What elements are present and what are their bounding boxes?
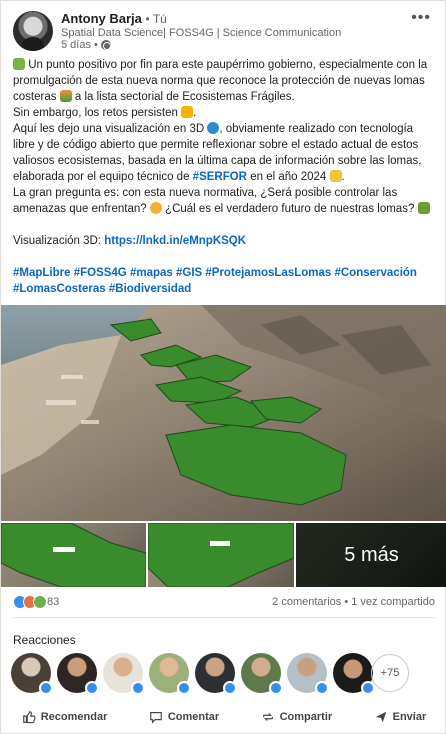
like-badge-icon [177,681,191,695]
post-card: Antony Barja • Tú Spatial Data Science| … [0,0,446,734]
post-paragraph-2: Sin embargo, los retos persisten . [13,106,197,119]
landscape-emoji-icon [59,90,72,102]
author-name-row: Antony Barja • Tú [61,11,167,26]
celebrate-reaction-icon [33,595,47,609]
like-button[interactable]: Recomendar [22,710,107,724]
post-header: Antony Barja • Tú Spatial Data Science| … [13,9,433,53]
like-badge-icon [39,681,53,695]
comment-button[interactable]: Comentar [149,710,219,724]
more-options-icon[interactable]: ••• [411,9,431,27]
more-reactors-button[interactable]: +75 [371,654,409,692]
post-paragraph-3: Aquí les dejo una visualización en 3D , … [13,122,422,183]
post-stats: 83 2 comentarios • 1 vez compartido [13,593,435,613]
share-button[interactable]: Compartir [261,710,332,724]
post-actions: Recomendar Comentar Compartir Enviar [1,701,446,733]
like-badge-icon [361,681,375,695]
like-badge-icon [131,681,145,695]
viz-link[interactable]: https://lnkd.in/eMnpKSQK [104,235,246,247]
reactions-title: Reacciones [13,633,76,647]
like-badge-icon [85,681,99,695]
thumbs-up-icon [22,711,36,724]
more-images-label[interactable]: 5 más [296,523,446,587]
warning-emoji-icon [181,106,194,118]
thumbnail-1[interactable] [1,523,146,587]
thumbnail-2[interactable] [148,523,294,587]
author-tagline: Spatial Data Science| FOSS4G | Science C… [61,27,342,39]
folder-emoji-icon [329,170,342,182]
post-viz-line: Visualización 3D: https://lnkd.in/eMnpKS… [13,235,247,247]
leaf-emoji-icon [13,58,25,70]
author-name[interactable]: Antony Barja [61,11,142,26]
map-3d-illustration [1,305,446,521]
send-icon [375,711,386,723]
thumbnail-3-more[interactable]: 5 más [296,523,446,587]
earth-emoji-icon [207,122,220,134]
post-hashtags[interactable]: #MapLibre #FOSS4G #mapas #GIS #Protejamo… [13,265,437,297]
comment-icon [149,712,162,724]
reactions-count[interactable]: 83 [47,596,59,608]
seedling-emoji-icon [417,202,430,214]
post-thumbnails: 5 más [1,523,446,587]
post-main-image[interactable] [1,305,446,521]
repost-icon [262,713,273,721]
send-button[interactable]: Enviar [374,710,426,724]
author-degree: • Tú [145,12,167,26]
reaction-icons[interactable] [13,595,47,609]
author-avatar[interactable] [13,11,53,51]
thinking-emoji-icon [149,202,162,214]
globe-icon [100,40,111,50]
post-text: Un punto positivo por fin para este paup… [13,57,437,297]
like-badge-icon [315,681,329,695]
reactor-avatars: +75 [11,653,441,695]
post-paragraph-4: La gran pregunta es: con esta nueva norm… [13,185,437,217]
post-time: 5 días • [61,39,111,51]
comments-shares-count[interactable]: 2 comentarios • 1 vez compartido [272,596,435,608]
like-badge-icon [269,681,283,695]
like-badge-icon [223,681,237,695]
divider [13,617,435,618]
post-time-text: 5 días • [61,39,98,51]
post-paragraph-1: Un punto positivo por fin para este paup… [13,58,428,103]
hashtag-serfor[interactable]: #SERFOR [193,171,247,183]
